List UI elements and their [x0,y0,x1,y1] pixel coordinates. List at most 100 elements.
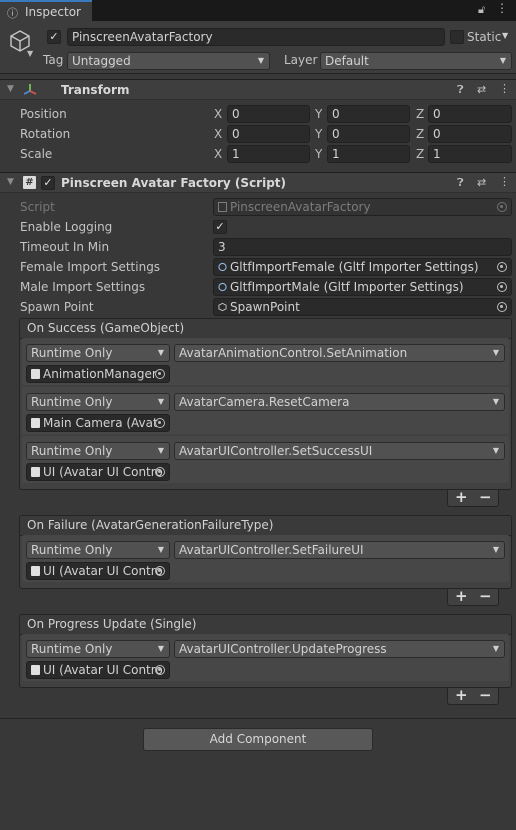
enable-logging-checkbox[interactable]: ✓ [213,220,227,234]
position-z-input[interactable]: 0 [428,105,512,123]
runtime-mode-dropdown[interactable]: Runtime Only ▼ [26,541,170,559]
function-value: AvatarUIController.SetFailureUI [179,543,364,557]
static-checkbox[interactable] [450,30,464,44]
male-import-field[interactable]: GltfImportMale (Gltf Importer Settings) [213,278,512,296]
event-progress-title: On Progress Update (Single) [20,615,511,635]
kebab-menu-icon[interactable]: ⋮ [496,1,508,15]
layer-label: Layer [284,53,318,67]
context-menu-icon[interactable]: ⋮ [499,82,510,95]
object-picker-icon[interactable] [497,302,507,312]
function-dropdown[interactable]: AvatarCamera.ResetCamera ▼ [174,393,505,411]
chevron-down-icon: ▼ [157,397,164,406]
transform-header[interactable]: ▼ Transform ❓︎ ⇄ ⋮ [0,79,516,100]
target-object-field[interactable]: Main Camera (Avat [26,414,170,432]
rotation-y-input[interactable]: 0 [327,125,410,143]
remove-listener-button[interactable]: − [479,587,492,605]
function-dropdown[interactable]: AvatarUIController.SetFailureUI ▼ [174,541,505,559]
static-dropdown-icon[interactable]: ▼ [502,31,508,40]
scale-x-input[interactable]: 1 [227,145,310,163]
timeout-input[interactable]: 3 [213,238,512,256]
object-picker-icon[interactable] [155,369,165,379]
function-dropdown[interactable]: AvatarUIController.UpdateProgress ▼ [174,640,505,658]
target-object-field[interactable]: UI (Avatar UI Contro [26,562,170,580]
object-picker-icon[interactable] [155,665,165,675]
component-enabled-checkbox[interactable]: ✓ [41,176,55,190]
chevron-down-icon: ▼ [499,56,506,65]
spawn-point-value: SpawnPoint [230,300,300,314]
function-dropdown[interactable]: AvatarAnimationControl.SetAnimation ▼ [174,344,505,362]
target-object-field[interactable]: UI (Avatar UI Contro [26,661,170,679]
function-value: AvatarAnimationControl.SetAnimation [179,346,408,360]
runtime-mode-dropdown[interactable]: Runtime Only ▼ [26,344,170,362]
foldout-arrow-icon[interactable]: ▼ [7,84,14,94]
runtime-mode-dropdown[interactable]: Runtime Only ▼ [26,393,170,411]
position-x-input[interactable]: 0 [227,105,310,123]
runtime-mode-dropdown[interactable]: Runtime Only ▼ [26,442,170,460]
context-menu-icon[interactable]: ⋮ [499,175,510,188]
tab-inspector[interactable]: ⓘ Inspector [0,0,92,21]
add-listener-button[interactable]: + [455,488,468,506]
runtime-mode-value: Runtime Only [31,642,113,656]
runtime-mode-value: Runtime Only [31,346,113,360]
spawn-point-field[interactable]: SpawnPoint [213,298,512,316]
tab-bar: ⓘ Inspector 🔓︎ ⋮ [0,0,516,21]
presets-icon[interactable]: ⇄ [477,83,486,96]
gameobject-name-input[interactable]: PinscreenAvatarFactory [67,28,445,46]
script-component-header[interactable]: ▼ # ✓ Pinscreen Avatar Factory (Script) … [0,172,516,193]
object-picker-icon[interactable] [155,418,165,428]
remove-listener-button[interactable]: − [479,488,492,506]
csharp-script-icon: # [23,176,36,189]
x-axis-label: X [214,127,223,141]
add-listener-button[interactable]: + [455,587,468,605]
scale-z-input[interactable]: 1 [428,145,512,163]
target-object-value: AnimationManager [43,367,157,381]
target-object-value: Main Camera (Avat [43,416,158,430]
layer-value: Default [325,54,369,68]
target-object-field[interactable]: UI (Avatar UI Contro [26,463,170,481]
script-icon [31,418,40,428]
runtime-mode-dropdown[interactable]: Runtime Only ▼ [26,640,170,658]
chevron-down-icon: ▼ [157,545,164,554]
script-field: PinscreenAvatarFactory [213,198,512,216]
icon-dropdown-icon[interactable]: ▼ [27,49,33,58]
object-picker-icon [497,202,507,212]
object-picker-icon[interactable] [155,467,165,477]
x-axis-label: X [214,147,223,161]
y-axis-label: Y [315,127,323,141]
lock-icon[interactable]: 🔓︎ [478,3,485,17]
layer-dropdown[interactable]: Default ▼ [320,52,512,70]
object-picker-icon[interactable] [497,282,507,292]
foldout-arrow-icon[interactable]: ▼ [7,177,14,187]
position-label: Position [20,107,67,121]
add-component-button[interactable]: Add Component [143,728,373,751]
runtime-mode-value: Runtime Only [31,395,113,409]
enable-logging-label: Enable Logging [20,220,113,234]
function-dropdown[interactable]: AvatarUIController.SetSuccessUI ▼ [174,442,505,460]
asset-icon [218,262,227,272]
asset-icon [218,282,227,292]
rotation-x-input[interactable]: 0 [227,125,310,143]
male-import-value: GltfImportMale (Gltf Importer Settings) [230,280,464,294]
position-y-input[interactable]: 0 [327,105,410,123]
tag-dropdown[interactable]: Untagged ▼ [67,52,270,70]
z-axis-label: Z [416,107,425,121]
object-picker-icon[interactable] [497,262,507,272]
script-component-title: Pinscreen Avatar Factory (Script) [61,176,287,190]
z-axis-label: Z [416,127,425,141]
female-import-field[interactable]: GltfImportFemale (Gltf Importer Settings… [213,258,512,276]
help-icon[interactable]: ❓︎ [457,176,464,190]
male-import-label: Male Import Settings [20,280,146,294]
spawn-point-label: Spawn Point [20,300,94,314]
scale-y-input[interactable]: 1 [327,145,410,163]
event-failure-title: On Failure (AvatarGenerationFailureType) [20,516,511,536]
help-icon[interactable]: ❓︎ [457,83,464,97]
active-checkbox[interactable]: ✓ [47,30,61,44]
script-value: PinscreenAvatarFactory [230,200,371,214]
presets-icon[interactable]: ⇄ [477,176,486,189]
object-picker-icon[interactable] [155,566,165,576]
chevron-down-icon: ▼ [157,446,164,455]
target-object-field[interactable]: AnimationManager [26,365,170,383]
rotation-z-input[interactable]: 0 [428,125,512,143]
add-listener-button[interactable]: + [455,686,468,704]
remove-listener-button[interactable]: − [479,686,492,704]
